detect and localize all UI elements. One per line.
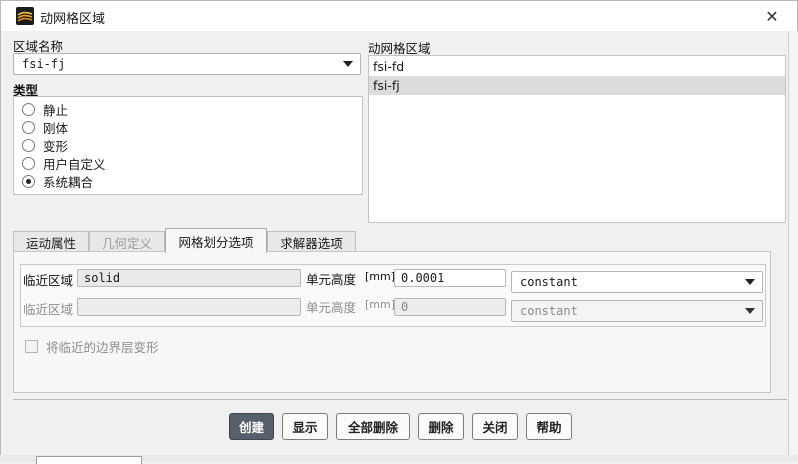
type-radio-group: 静止 刚体 变形 用户自定义 系统耦合 [13,96,363,195]
adjacent-zone-label: 临近区域 [23,302,74,317]
cell-height-unit: [mm] [365,270,396,283]
radio-circle [22,103,35,116]
tab-geometry-definition[interactable]: 几何定义 [89,231,165,252]
checkbox-box [25,340,38,353]
list-item[interactable]: fsi-fd [369,57,785,76]
window-title: 动网格区域 [40,12,106,27]
zone-name-value: fsi-fj [22,57,66,71]
create-button[interactable]: 创建 [229,413,274,440]
tab-meshing-options[interactable]: 网格划分选项 [165,228,267,253]
cell-height-input[interactable]: 0.0001 [394,269,506,287]
tab-motion-attributes[interactable]: 运动属性 [13,231,89,252]
background-tab [36,456,142,464]
radio-circle [22,139,35,152]
cell-height-label: 单元高度 [306,300,357,315]
cell-height-label: 单元高度 [306,272,357,287]
meshing-options-panel: 临近区域 solid 单元高度 [mm] 0.0001 constant 临近区… [13,251,771,393]
radio-deforming[interactable]: 变形 [22,137,68,154]
adjacent-zone-field [77,298,301,316]
adjacent-zone-field: solid [77,269,301,287]
background-window-edge [788,31,798,463]
close-icon[interactable]: ✕ [761,5,783,27]
radio-circle-checked [22,175,35,188]
radio-rigid-body[interactable]: 刚体 [22,119,68,136]
help-button[interactable]: 帮助 [526,413,572,440]
dynamic-zones-list: fsi-fd fsi-fj [368,55,786,223]
cell-height-input[interactable]: 0 [394,298,506,316]
zone-name-dropdown[interactable]: fsi-fj [13,53,361,75]
separator [13,399,787,400]
radio-user-defined[interactable]: 用户自定义 [22,155,106,172]
chevron-down-icon [343,61,353,67]
height-method-dropdown[interactable]: constant [511,271,763,293]
radio-system-coupling[interactable]: 系统耦合 [22,173,93,190]
cell-height-unit: [mm] [365,298,396,311]
dynamic-mesh-zones-dialog: 动网格区域 ✕ 区域名称 fsi-fj 类型 静止 刚体 变形 用户自定义 系统… [0,0,798,463]
deform-boundary-layer-checkbox[interactable]: 将临近的边界层变形 [25,337,159,356]
title-bar: 动网格区域 ✕ [1,1,797,31]
chevron-down-icon [745,308,755,314]
tab-solver-options[interactable]: 求解器选项 [267,231,356,252]
delete-all-button[interactable]: 全部删除 [336,413,410,440]
display-button[interactable]: 显示 [282,413,328,440]
list-item[interactable]: fsi-fj [369,76,785,95]
radio-circle [22,157,35,170]
cell-height-group: 临近区域 solid 单元高度 [mm] 0.0001 constant 临近区… [20,264,766,327]
height-method-dropdown[interactable]: constant [511,300,763,322]
chevron-down-icon [745,279,755,285]
fluent-app-icon [16,7,34,25]
radio-circle [22,121,35,134]
adjacent-zone-label: 临近区域 [23,273,74,288]
delete-button[interactable]: 删除 [418,413,464,440]
close-button[interactable]: 关闭 [472,413,518,440]
radio-stationary[interactable]: 静止 [22,101,68,118]
